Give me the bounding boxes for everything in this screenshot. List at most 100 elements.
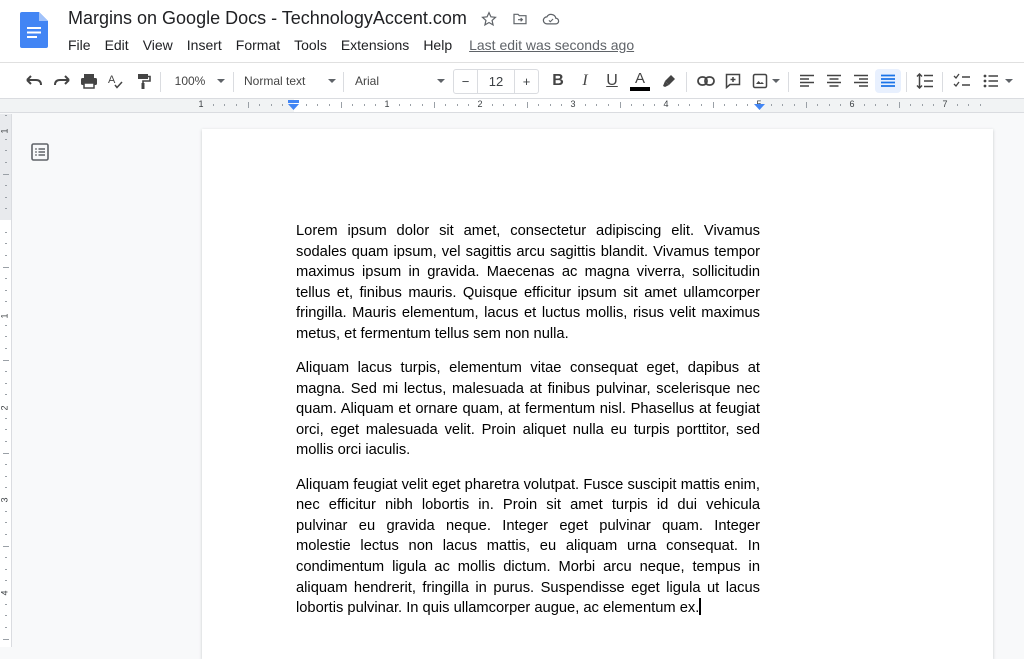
vertical-ruler-tick xyxy=(5,533,7,535)
insert-image-button[interactable] xyxy=(749,69,783,93)
ruler-tick xyxy=(793,104,795,106)
vertical-ruler-tick xyxy=(5,301,7,303)
google-docs-logo-icon[interactable] xyxy=(20,12,48,48)
menu-extensions[interactable]: Extensions xyxy=(334,37,416,53)
text-color-icon: A xyxy=(634,70,645,87)
vertical-ruler-tick xyxy=(5,522,7,524)
paragraph[interactable]: Aliquam feugiat velit eget pharetra volu… xyxy=(296,475,760,619)
justify-button[interactable] xyxy=(875,69,901,93)
menu-insert[interactable]: Insert xyxy=(180,37,229,53)
ruler-tick xyxy=(828,104,830,106)
vertical-ruler-tick xyxy=(5,615,7,617)
menu-bar: File Edit View Insert Format Tools Exten… xyxy=(61,37,634,53)
ruler-tick xyxy=(631,104,633,106)
align-left-button[interactable] xyxy=(795,69,819,93)
align-left-icon xyxy=(800,74,814,87)
vertical-ruler-number: 2 xyxy=(0,405,10,411)
ruler-tick xyxy=(596,104,598,106)
vertical-ruler[interactable]: 1 1 2 3 4 xyxy=(0,114,12,647)
vertical-ruler-tick xyxy=(5,603,7,605)
paragraph[interactable]: Lorem ipsum dolor sit amet, consectetur … xyxy=(296,221,760,345)
add-comment-button[interactable] xyxy=(721,69,745,93)
star-icon[interactable] xyxy=(480,10,498,28)
align-right-button[interactable] xyxy=(849,69,873,93)
vertical-ruler-tick xyxy=(5,138,7,140)
print-button[interactable] xyxy=(77,69,101,93)
insert-link-button[interactable] xyxy=(694,69,718,93)
vertical-ruler-tick xyxy=(5,487,7,489)
ruler-tick xyxy=(712,102,714,108)
underline-button[interactable]: U xyxy=(600,69,624,93)
document-page[interactable]: Lorem ipsum dolor sit amet, consectetur … xyxy=(202,129,993,659)
bulleted-list-icon xyxy=(983,74,998,88)
ruler-tick xyxy=(677,104,679,106)
right-indent-marker[interactable] xyxy=(754,100,765,110)
font-select[interactable]: Arial xyxy=(355,69,445,93)
menu-file[interactable]: File xyxy=(61,37,98,53)
ruler-tick xyxy=(782,104,784,106)
vertical-ruler-tick xyxy=(5,417,7,419)
horizontal-ruler[interactable]: 1 1 2 3 4 5 6 7 xyxy=(0,99,1024,113)
menu-tools[interactable]: Tools xyxy=(287,37,334,53)
document-outline-icon[interactable] xyxy=(31,143,49,161)
ruler-tick xyxy=(654,104,656,106)
paint-format-button[interactable] xyxy=(131,69,155,93)
vertical-ruler-number: 3 xyxy=(0,497,10,503)
bold-button[interactable]: B xyxy=(546,69,570,93)
ruler-tick xyxy=(445,104,447,106)
title-bar: Margins on Google Docs - TechnologyAccen… xyxy=(0,0,1024,62)
align-center-icon xyxy=(827,74,841,87)
vertical-ruler-tick xyxy=(5,568,7,570)
vertical-ruler-number: 4 xyxy=(0,590,10,596)
cloud-saved-icon[interactable] xyxy=(542,10,560,28)
ruler-number: 3 xyxy=(570,99,576,109)
line-spacing-button[interactable] xyxy=(913,69,937,93)
redo-button[interactable] xyxy=(50,69,74,93)
checklist-button[interactable] xyxy=(950,69,974,93)
font-value: Arial xyxy=(355,74,380,88)
ruler-tick xyxy=(317,104,319,106)
decrease-font-size-button[interactable]: − xyxy=(454,70,477,93)
highlight-color-button[interactable] xyxy=(657,69,681,93)
font-size-input[interactable]: 12 xyxy=(477,70,515,93)
vertical-ruler-tick xyxy=(5,464,7,466)
ruler-tick xyxy=(456,104,458,106)
highlighter-icon xyxy=(663,75,675,87)
svg-text:A: A xyxy=(108,74,116,86)
redo-icon xyxy=(54,75,70,86)
bulleted-list-button[interactable] xyxy=(978,69,1018,93)
menu-view[interactable]: View xyxy=(136,37,180,53)
vertical-ruler-tick xyxy=(5,231,7,233)
ruler-tick xyxy=(259,104,261,106)
vertical-ruler-tick xyxy=(5,371,7,373)
ruler-tick xyxy=(328,104,330,106)
menu-help[interactable]: Help xyxy=(416,37,459,53)
ruler-tick xyxy=(817,104,819,106)
vertical-ruler-tick xyxy=(5,150,7,152)
document-title[interactable]: Margins on Google Docs - TechnologyAccen… xyxy=(68,8,467,29)
chevron-down-icon xyxy=(217,79,226,83)
ruler-tick xyxy=(875,104,877,106)
document-body[interactable]: Lorem ipsum dolor sit amet, consectetur … xyxy=(296,221,760,632)
ruler-tick xyxy=(503,104,505,106)
paragraph[interactable]: Aliquam lacus turpis, elementum vitae co… xyxy=(296,358,760,461)
last-edit-link[interactable]: Last edit was seconds ago xyxy=(469,37,634,53)
text-color-button[interactable]: A xyxy=(628,69,652,93)
undo-button[interactable] xyxy=(22,69,46,93)
move-to-folder-icon[interactable] xyxy=(511,10,529,28)
spellcheck-button[interactable]: A xyxy=(104,69,128,93)
increase-font-size-button[interactable]: + xyxy=(515,70,538,93)
ruler-number: 2 xyxy=(477,99,483,109)
align-center-button[interactable] xyxy=(822,69,846,93)
menu-edit[interactable]: Edit xyxy=(98,37,136,53)
left-indent-marker[interactable] xyxy=(288,100,299,110)
vertical-ruler-tick xyxy=(5,626,7,628)
ruler-tick xyxy=(956,104,958,106)
zoom-select[interactable]: 100% xyxy=(170,69,230,93)
vertical-ruler-number: 1 xyxy=(0,128,10,134)
menu-format[interactable]: Format xyxy=(229,37,287,53)
paragraph-style-select[interactable]: Normal text xyxy=(244,69,336,93)
italic-button[interactable]: I xyxy=(573,69,597,93)
vertical-ruler-tick xyxy=(5,510,7,512)
ruler-tick xyxy=(514,104,516,106)
